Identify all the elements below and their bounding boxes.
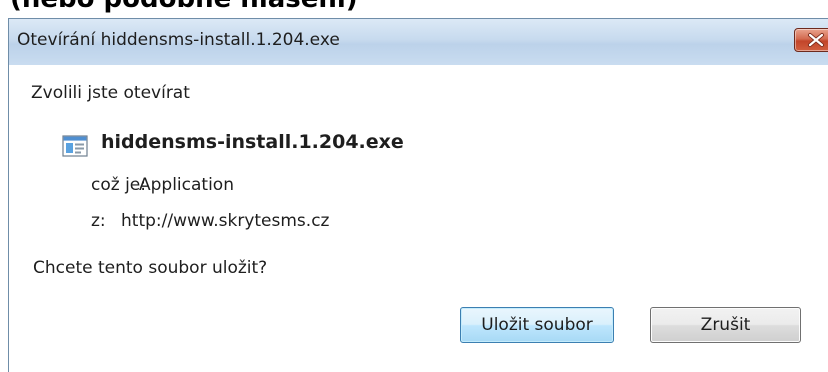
close-icon [808, 33, 824, 47]
save-question: Chcete tento soubor uložit? [33, 258, 268, 278]
application-file-icon [62, 135, 88, 157]
download-dialog: Otevírání hiddensms-install.1.204.exe Zv… [8, 18, 828, 372]
file-name: hiddensms-install.1.204.exe [101, 131, 404, 153]
top-caption: (nebo podobné hlášení) [10, 0, 358, 14]
dialog-prompt: Zvolili jste otevírat [31, 83, 190, 103]
save-file-button[interactable]: Uložit soubor [460, 307, 614, 343]
window-title: Otevírání hiddensms-install.1.204.exe [17, 30, 340, 50]
close-button[interactable] [794, 28, 828, 52]
titlebar: Otevírání hiddensms-install.1.204.exe [9, 19, 828, 65]
source-label: z: [91, 211, 106, 231]
dialog-content: Zvolili jste otevírat hiddensms-install.… [9, 65, 828, 372]
source-url: http://www.skrytesms.cz [121, 211, 330, 231]
page: (nebo podobné hlášení) Otevírání hiddens… [0, 0, 828, 372]
cancel-button[interactable]: Zrušit [650, 307, 801, 343]
file-type-label: což je: [91, 175, 146, 195]
file-type-value: Application [139, 175, 234, 195]
